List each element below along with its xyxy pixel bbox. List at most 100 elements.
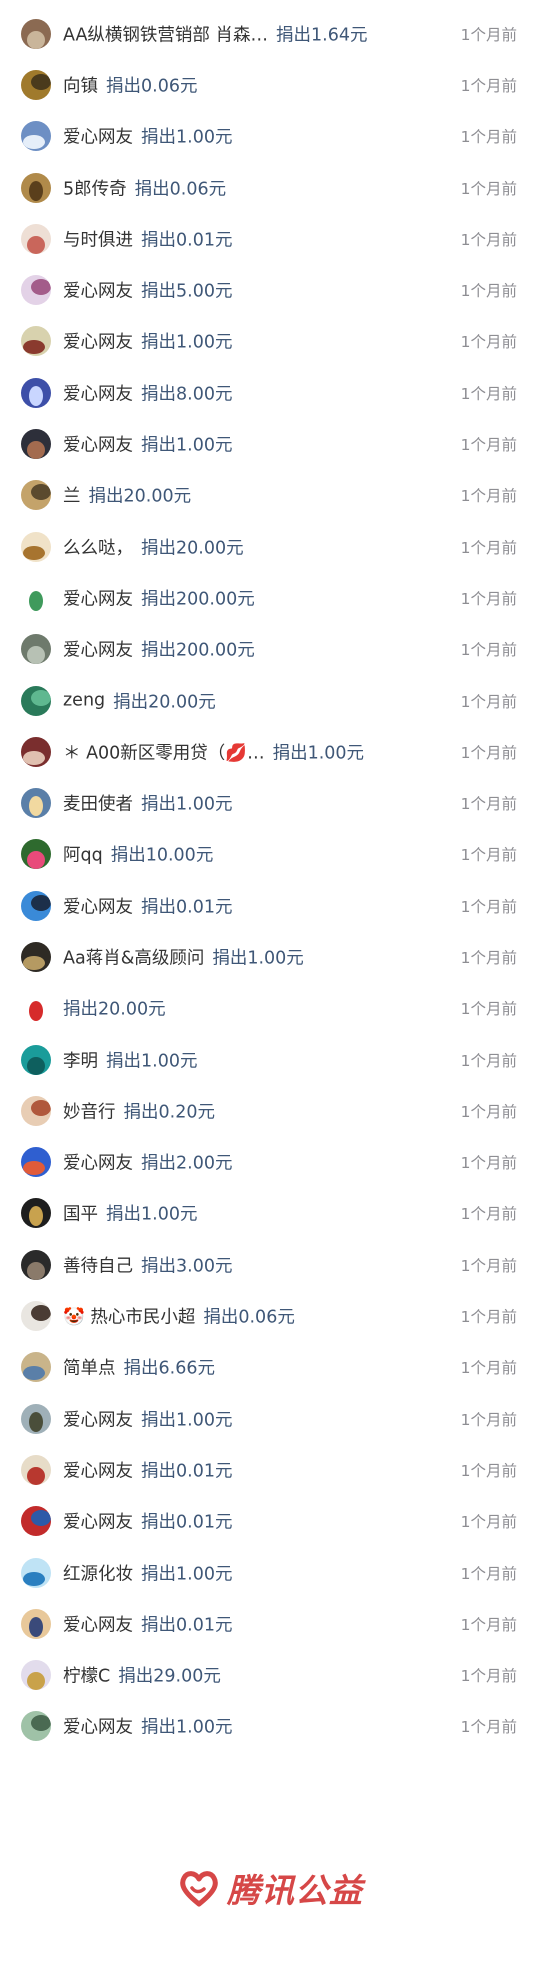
- donation-time: 1个月前: [460, 1000, 517, 1019]
- donation-amount: 捐出3.00元: [141, 1256, 233, 1277]
- avatar[interactable]: [21, 1506, 51, 1537]
- avatar-image: [27, 441, 45, 460]
- avatar[interactable]: [21, 685, 51, 716]
- donation-row[interactable]: 妙音行 捐出0.20元 1个月前: [0, 1085, 540, 1136]
- donation-row[interactable]: 李明 捐出1.00元 1个月前: [0, 1034, 540, 1085]
- donation-row[interactable]: 5郎传奇 捐出0.06元 1个月前: [0, 162, 540, 213]
- donation-row[interactable]: 麦田使者 捐出1.00元 1个月前: [0, 777, 540, 828]
- donation-time: 1个月前: [460, 333, 517, 352]
- avatar[interactable]: [21, 788, 51, 819]
- donation-row[interactable]: 向镇 捐出0.06元 1个月前: [0, 59, 540, 110]
- avatar[interactable]: [21, 429, 51, 460]
- avatar-image: [31, 484, 51, 501]
- donation-row[interactable]: 爱心网友 捐出0.01元 1个月前: [0, 1598, 540, 1649]
- donation-amount: 捐出1.00元: [106, 1204, 198, 1225]
- avatar[interactable]: [21, 1301, 51, 1332]
- donation-amount: 捐出1.00元: [106, 1051, 198, 1072]
- avatar[interactable]: [21, 839, 51, 870]
- avatar[interactable]: [21, 1095, 51, 1126]
- donation-row[interactable]: 爱心网友 捐出200.00元 1个月前: [0, 572, 540, 623]
- avatar[interactable]: [21, 121, 51, 152]
- avatar[interactable]: [21, 223, 51, 254]
- avatar-image: [29, 590, 43, 611]
- donation-time: 1个月前: [460, 1564, 517, 1583]
- avatar[interactable]: [21, 531, 51, 562]
- donor-name: 兰: [63, 486, 81, 507]
- avatar[interactable]: [21, 172, 51, 203]
- avatar[interactable]: [21, 1198, 51, 1229]
- avatar[interactable]: [21, 1147, 51, 1178]
- donation-row[interactable]: Aa蒋肖&高级顾问 捐出1.00元 1个月前: [0, 931, 540, 982]
- donation-amount: 捐出5.00元: [141, 281, 233, 302]
- donor-name: 阿qq: [63, 845, 103, 866]
- donor-name: 妙音行: [63, 1102, 116, 1123]
- donation-row[interactable]: 简单点 捐出6.66元 1个月前: [0, 1342, 540, 1393]
- donation-time: 1个月前: [460, 641, 517, 660]
- avatar[interactable]: [21, 890, 51, 921]
- donor-name: 爱心网友: [63, 589, 133, 610]
- avatar[interactable]: [21, 1557, 51, 1588]
- donation-row[interactable]: AA纵横钢铁营销部 肖森… 捐出1.64元 1个月前: [0, 8, 540, 59]
- donation-time: 1个月前: [460, 282, 517, 301]
- avatar[interactable]: [21, 736, 51, 767]
- donation-row[interactable]: 🤡 热心市民小超 捐出0.06元 1个月前: [0, 1290, 540, 1341]
- donation-row[interactable]: 捐出20.00元 1个月前: [0, 983, 540, 1034]
- avatar[interactable]: [21, 480, 51, 511]
- donation-row[interactable]: 爱心网友 捐出0.01元 1个月前: [0, 1496, 540, 1547]
- avatar[interactable]: [21, 941, 51, 972]
- avatar[interactable]: [21, 582, 51, 613]
- donation-row[interactable]: 善待自己 捐出3.00元 1个月前: [0, 1239, 540, 1290]
- avatar[interactable]: [21, 1249, 51, 1280]
- donation-row[interactable]: 爱心网友 捐出1.00元 1个月前: [0, 111, 540, 162]
- donation-amount: 捐出0.06元: [134, 179, 227, 200]
- donation-row[interactable]: 爱心网友 捐出1.00元 1个月前: [0, 1701, 540, 1752]
- avatar[interactable]: [21, 326, 51, 357]
- donation-time: 1个月前: [460, 1461, 517, 1480]
- donor-name: 简单点: [63, 1358, 116, 1379]
- donation-time: 1个月前: [460, 76, 517, 95]
- donation-row[interactable]: 兰捐出20.00元 1个月前: [0, 470, 540, 521]
- avatar[interactable]: [21, 1454, 51, 1485]
- avatar[interactable]: [21, 1608, 51, 1639]
- donation-time: 1个月前: [460, 897, 517, 916]
- donation-time: 1个月前: [460, 384, 517, 403]
- donor-name: 善待自己: [63, 1256, 133, 1277]
- donation-row[interactable]: 爱心网友 捐出2.00元 1个月前: [0, 1137, 540, 1188]
- avatar[interactable]: [21, 1403, 51, 1434]
- avatar[interactable]: [21, 1044, 51, 1075]
- donor-name: 爱心网友: [63, 897, 133, 918]
- donation-row[interactable]: 与时俱进 捐出0.01元 1个月前: [0, 213, 540, 264]
- donation-row[interactable]: 爱心网友 捐出8.00元 1个月前: [0, 367, 540, 418]
- donation-row[interactable]: 爱心网友 捐出1.00元 1个月前: [0, 418, 540, 469]
- donor-name: 国平: [63, 1204, 98, 1225]
- donation-time: 1个月前: [460, 589, 517, 608]
- avatar[interactable]: [21, 275, 51, 306]
- avatar[interactable]: [21, 1660, 51, 1691]
- donation-row[interactable]: 国平 捐出1.00元 1个月前: [0, 1188, 540, 1239]
- avatar[interactable]: [21, 993, 51, 1024]
- donation-row[interactable]: ＊ A00新区零用贷（💋… 捐出1.00元 1个月前: [0, 726, 540, 777]
- donation-text: 善待自己 捐出3.00元: [63, 1252, 410, 1277]
- donation-row[interactable]: 爱心网友 捐出0.01元 1个月前: [0, 880, 540, 931]
- avatar[interactable]: [21, 1711, 51, 1742]
- donation-amount: 捐出200.00元: [141, 589, 255, 610]
- donation-row[interactable]: zeng 捐出20.00元 1个月前: [0, 675, 540, 726]
- donation-row[interactable]: 爱心网友 捐出1.00元 1个月前: [0, 1393, 540, 1444]
- donor-name: 向镇: [63, 76, 98, 97]
- donation-row[interactable]: 爱心网友 捐出5.00元 1个月前: [0, 264, 540, 315]
- donation-row[interactable]: 红源化妆 捐出1.00元 1个月前: [0, 1547, 540, 1598]
- donation-row[interactable]: 阿qq 捐出10.00元 1个月前: [0, 829, 540, 880]
- avatar-image: [29, 1411, 43, 1432]
- avatar[interactable]: [21, 69, 51, 100]
- donation-row[interactable]: 么么哒， 捐出20.00元 1个月前: [0, 521, 540, 572]
- avatar[interactable]: [21, 377, 51, 408]
- avatar-image: [23, 340, 45, 355]
- donation-time: 1个月前: [460, 1359, 517, 1378]
- donation-row[interactable]: 爱心网友 捐出1.00元 1个月前: [0, 316, 540, 367]
- avatar[interactable]: [21, 634, 51, 665]
- avatar[interactable]: [21, 1352, 51, 1383]
- donation-row[interactable]: 爱心网友 捐出0.01元 1个月前: [0, 1444, 540, 1495]
- donation-row[interactable]: 爱心网友 捐出200.00元 1个月前: [0, 624, 540, 675]
- donation-row[interactable]: 柠檬C 捐出29.00元 1个月前: [0, 1650, 540, 1701]
- avatar[interactable]: [21, 18, 51, 49]
